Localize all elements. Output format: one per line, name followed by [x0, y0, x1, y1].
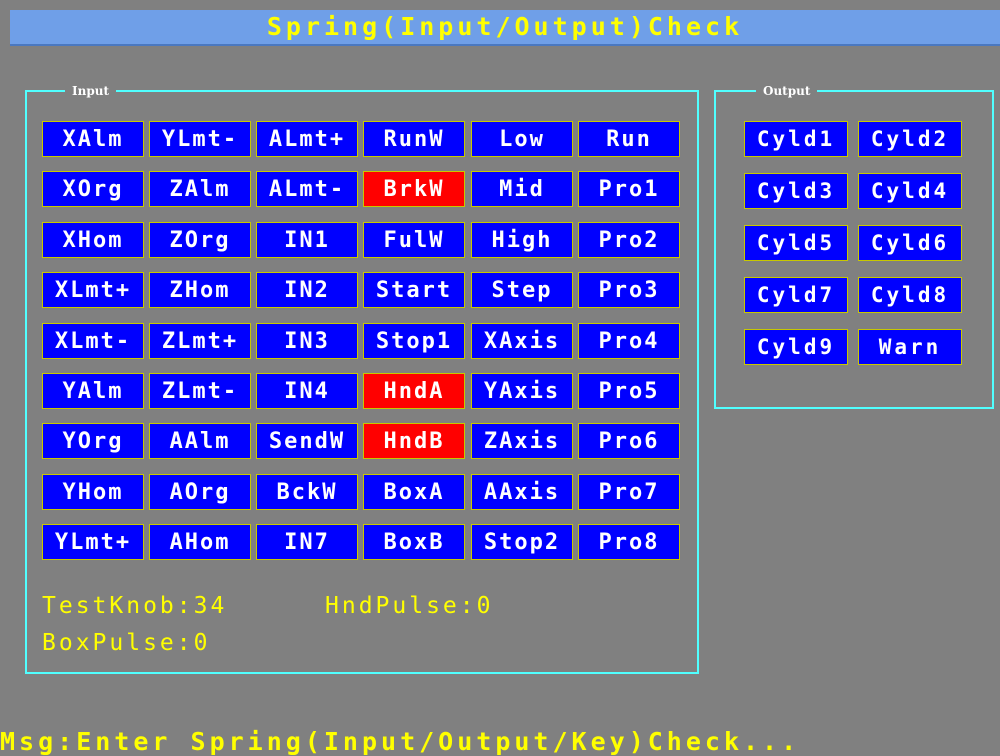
- output-indicator-cyld2[interactable]: Cyld2: [858, 121, 962, 157]
- input-indicator-low[interactable]: Low: [471, 121, 573, 157]
- output-indicator-cyld8[interactable]: Cyld8: [858, 277, 962, 313]
- input-indicator-mid[interactable]: Mid: [471, 171, 573, 207]
- output-indicator-cyld6[interactable]: Cyld6: [858, 225, 962, 261]
- input-indicator-pro7[interactable]: Pro7: [578, 474, 680, 510]
- output-indicator-cyld5[interactable]: Cyld5: [744, 225, 848, 261]
- input-indicator-in1[interactable]: IN1: [256, 222, 358, 258]
- input-indicator-run[interactable]: Run: [578, 121, 680, 157]
- input-indicator-boxb[interactable]: BoxB: [363, 524, 465, 560]
- input-indicator-in2[interactable]: IN2: [256, 272, 358, 308]
- input-indicator-stop1[interactable]: Stop1: [363, 323, 465, 359]
- output-indicator-cyld4[interactable]: Cyld4: [858, 173, 962, 209]
- input-indicator-zaxis[interactable]: ZAxis: [471, 423, 573, 459]
- input-indicator-hnda[interactable]: HndA: [363, 373, 465, 409]
- input-indicator-bckw[interactable]: BckW: [256, 474, 358, 510]
- input-indicator-aaxis[interactable]: AAxis: [471, 474, 573, 510]
- input-indicator-zlmt[interactable]: ZLmt-: [149, 373, 251, 409]
- input-indicator-almt[interactable]: ALmt+: [256, 121, 358, 157]
- input-indicator-almt[interactable]: ALmt-: [256, 171, 358, 207]
- output-indicator-cyld3[interactable]: Cyld3: [744, 173, 848, 209]
- input-indicator-yhom[interactable]: YHom: [42, 474, 144, 510]
- input-indicator-aorg[interactable]: AOrg: [149, 474, 251, 510]
- input-indicator-ylmt[interactable]: YLmt-: [149, 121, 251, 157]
- input-indicator-pro5[interactable]: Pro5: [578, 373, 680, 409]
- input-indicator-ahom[interactable]: AHom: [149, 524, 251, 560]
- input-indicator-start[interactable]: Start: [363, 272, 465, 308]
- input-indicator-xalm[interactable]: XAlm: [42, 121, 144, 157]
- input-indicator-zorg[interactable]: ZOrg: [149, 222, 251, 258]
- hnd-pulse-readout: HndPulse:0: [325, 593, 494, 619]
- input-indicator-xaxis[interactable]: XAxis: [471, 323, 573, 359]
- input-indicator-pro4[interactable]: Pro4: [578, 323, 680, 359]
- input-indicator-sendw[interactable]: SendW: [256, 423, 358, 459]
- input-indicator-zalm[interactable]: ZAlm: [149, 171, 251, 207]
- input-indicator-fulw[interactable]: FulW: [363, 222, 465, 258]
- input-indicator-in7[interactable]: IN7: [256, 524, 358, 560]
- output-indicator-cyld9[interactable]: Cyld9: [744, 329, 848, 365]
- input-indicator-zhom[interactable]: ZHom: [149, 272, 251, 308]
- input-indicator-pro3[interactable]: Pro3: [578, 272, 680, 308]
- input-indicator-xhom[interactable]: XHom: [42, 222, 144, 258]
- input-panel-label: Input: [65, 82, 116, 100]
- output-indicator-cyld7[interactable]: Cyld7: [744, 277, 848, 313]
- input-indicator-pro6[interactable]: Pro6: [578, 423, 680, 459]
- output-panel-label: Output: [756, 82, 818, 100]
- title-bar: Spring(Input/Output)Check: [10, 10, 1000, 46]
- input-indicator-hndb[interactable]: HndB: [363, 423, 465, 459]
- status-message: Msg:Enter Spring(Input/Output/Key)Check.…: [0, 727, 801, 756]
- input-indicator-yorg[interactable]: YOrg: [42, 423, 144, 459]
- input-indicator-stop2[interactable]: Stop2: [471, 524, 573, 560]
- input-indicator-yalm[interactable]: YAlm: [42, 373, 144, 409]
- input-indicator-high[interactable]: High: [471, 222, 573, 258]
- input-indicator-xlmt[interactable]: XLmt+: [42, 272, 144, 308]
- input-indicator-xorg[interactable]: XOrg: [42, 171, 144, 207]
- test-knob-readout: TestKnob:34: [42, 593, 228, 619]
- input-indicator-pro1[interactable]: Pro1: [578, 171, 680, 207]
- input-indicator-xlmt[interactable]: XLmt-: [42, 323, 144, 359]
- input-indicator-ylmt[interactable]: YLmt+: [42, 524, 144, 560]
- window-title: Spring(Input/Output)Check: [266, 12, 744, 41]
- input-indicator-yaxis[interactable]: YAxis: [471, 373, 573, 409]
- input-indicator-brkw[interactable]: BrkW: [363, 171, 465, 207]
- input-indicator-zlmt[interactable]: ZLmt+: [149, 323, 251, 359]
- output-indicator-warn[interactable]: Warn: [858, 329, 962, 365]
- input-indicator-aalm[interactable]: AAlm: [149, 423, 251, 459]
- input-indicator-in3[interactable]: IN3: [256, 323, 358, 359]
- box-pulse-readout: BoxPulse:0: [42, 630, 211, 656]
- input-indicator-boxa[interactable]: BoxA: [363, 474, 465, 510]
- input-indicator-runw[interactable]: RunW: [363, 121, 465, 157]
- input-indicator-step[interactable]: Step: [471, 272, 573, 308]
- input-indicator-pro8[interactable]: Pro8: [578, 524, 680, 560]
- output-indicator-cyld1[interactable]: Cyld1: [744, 121, 848, 157]
- input-indicator-in4[interactable]: IN4: [256, 373, 358, 409]
- input-indicator-pro2[interactable]: Pro2: [578, 222, 680, 258]
